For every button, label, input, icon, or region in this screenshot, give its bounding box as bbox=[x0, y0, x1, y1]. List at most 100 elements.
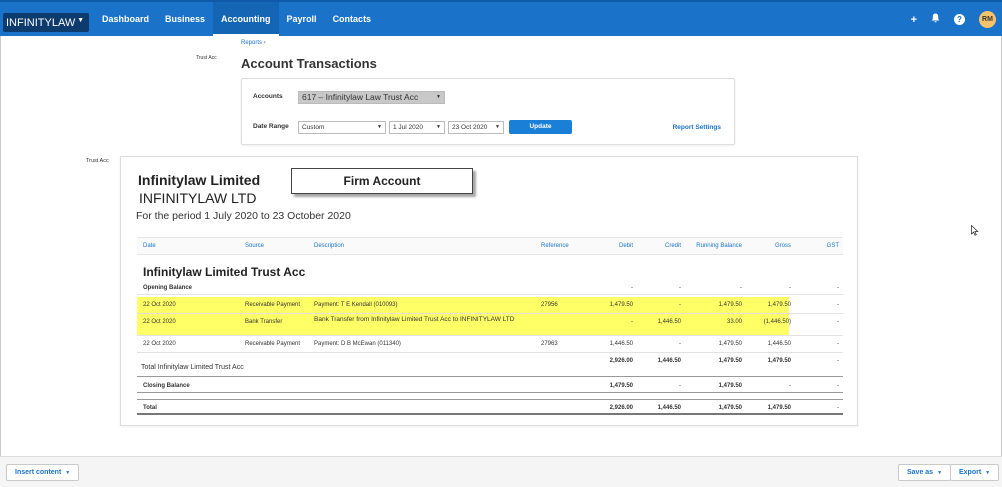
opening-debit: - bbox=[631, 285, 633, 291]
column-credit[interactable]: Credit bbox=[637, 243, 681, 249]
row-gst: - bbox=[837, 302, 839, 308]
column-gst[interactable]: GST bbox=[797, 243, 839, 249]
row-gst: - bbox=[837, 341, 839, 347]
total-credit: 1,446.50 bbox=[657, 405, 681, 411]
nav-business[interactable]: Business bbox=[157, 2, 213, 36]
plus-icon[interactable]: + bbox=[911, 14, 917, 26]
section-total-credit: 1,446.50 bbox=[657, 358, 681, 364]
insert-content-label: Insert content bbox=[15, 469, 62, 476]
accounts-select[interactable]: 617 – Infinitylaw Law Trust Acc ▼ bbox=[298, 91, 445, 104]
column-date[interactable]: Date bbox=[143, 243, 156, 249]
nav-payroll[interactable]: Payroll bbox=[279, 2, 325, 36]
firm-account-label: Firm Account bbox=[291, 168, 473, 194]
from-date-value: 1 Jul 2020 bbox=[393, 124, 423, 131]
nav-accounting[interactable]: Accounting bbox=[213, 2, 279, 36]
row-description[interactable]: Payment: D B McEwan (011340) bbox=[314, 341, 401, 347]
row-gross: 1,446.50 bbox=[767, 341, 791, 347]
section-total-row: Total Infinitylaw Limited Trust Acc 2,92… bbox=[137, 353, 843, 377]
row-description[interactable]: Bank Transfer from Infinitylaw Limited T… bbox=[314, 316, 536, 323]
report-filter-panel: Accounts 617 – Infinitylaw Law Trust Acc… bbox=[241, 78, 735, 145]
organisation-name: INFINITYLAW bbox=[6, 16, 76, 29]
save-as-label: Save as bbox=[907, 469, 934, 476]
nav-dashboard[interactable]: Dashboard bbox=[94, 2, 157, 36]
table-row[interactable]: 22 Oct 2020 Receivable Payment Payment: … bbox=[137, 297, 843, 314]
report-org-name-secondary: INFINITYLAW LTD bbox=[139, 190, 257, 206]
report-period: For the period 1 July 2020 to 23 October… bbox=[136, 210, 351, 222]
chevron-down-icon: ▼ bbox=[65, 470, 71, 476]
organisation-switcher[interactable]: INFINITYLAW ▼ bbox=[3, 13, 89, 32]
section-total-running: 1,479.50 bbox=[718, 358, 742, 364]
closing-label: Closing Balance bbox=[143, 383, 190, 389]
column-source[interactable]: Source bbox=[245, 243, 264, 249]
row-debit: 1,446.50 bbox=[609, 341, 633, 347]
left-border bbox=[0, 36, 1, 456]
row-date: 22 Oct 2020 bbox=[143, 302, 176, 308]
total-gst: - bbox=[837, 405, 839, 411]
column-debit[interactable]: Debit bbox=[587, 243, 633, 249]
closing-credit: - bbox=[679, 383, 681, 389]
top-navigation-bar: INFINITYLAW ▼ Dashboard Business Account… bbox=[0, 0, 1002, 36]
report-settings-link[interactable]: Report Settings bbox=[673, 124, 721, 131]
opening-running: - bbox=[740, 285, 742, 291]
save-as-button[interactable]: Save as ▼ bbox=[898, 464, 952, 481]
trust-acc-label: Trust Acc bbox=[196, 55, 217, 61]
row-gross: 1,479.50 bbox=[767, 302, 791, 308]
row-running: 1,479.50 bbox=[718, 341, 742, 347]
row-gross: (1,446.50) bbox=[763, 319, 791, 325]
grand-total-row: Total 2,926.00 1,446.50 1,479.50 1,479.5… bbox=[137, 399, 843, 415]
closing-balance-row: Closing Balance 1,479.50 - 1,479.50 - - bbox=[137, 378, 843, 393]
section-title: Infinitylaw Limited Trust Acc bbox=[143, 265, 306, 279]
date-range-select[interactable]: Custom ▼ bbox=[298, 121, 386, 134]
row-credit: - bbox=[679, 302, 681, 308]
column-description[interactable]: Description bbox=[314, 243, 344, 249]
section-total-gst: - bbox=[837, 358, 839, 364]
closing-gross: - bbox=[789, 383, 791, 389]
date-range-value: Custom bbox=[302, 124, 325, 131]
breadcrumb-reports[interactable]: Reports › bbox=[241, 40, 266, 46]
row-source: Receivable Payment bbox=[245, 341, 301, 347]
chevron-down-icon: ▼ bbox=[436, 124, 441, 130]
row-running: 33.00 bbox=[726, 319, 742, 325]
table-row[interactable]: 22 Oct 2020 Receivable Payment Payment: … bbox=[137, 336, 843, 353]
user-avatar[interactable]: RM bbox=[979, 11, 996, 28]
report-org-name: Infinitylaw Limited bbox=[138, 172, 261, 188]
opening-gross: - bbox=[789, 285, 791, 291]
row-source: Bank Transfer bbox=[245, 319, 283, 325]
row-date: 22 Oct 2020 bbox=[143, 319, 176, 325]
closing-debit: 1,479.50 bbox=[609, 383, 633, 389]
chevron-down-icon: ▼ bbox=[77, 17, 84, 24]
trust-acc-side-label: Trust Acc bbox=[86, 158, 109, 164]
row-credit: - bbox=[679, 341, 681, 347]
report-footer: Insert content ▼ Save as ▼ Export ▼ bbox=[0, 456, 1002, 487]
mouse-cursor-icon bbox=[971, 223, 979, 241]
opening-balance-row: Opening Balance - - - - - bbox=[137, 281, 843, 295]
section-total-debit: 2,926.00 bbox=[609, 358, 633, 364]
row-description[interactable]: Payment: T E Kendall (010093) bbox=[314, 302, 398, 308]
to-date-input[interactable]: 23 Oct 2020 ▼ bbox=[448, 121, 504, 134]
total-label: Total bbox=[143, 405, 157, 411]
help-icon[interactable]: ? bbox=[954, 14, 965, 25]
to-date-value: 23 Oct 2020 bbox=[452, 124, 488, 131]
row-date: 22 Oct 2020 bbox=[143, 341, 176, 347]
column-gross[interactable]: Gross bbox=[747, 243, 791, 249]
chevron-down-icon: ▼ bbox=[495, 124, 500, 130]
update-button[interactable]: Update bbox=[509, 120, 572, 134]
row-credit: 1,446.50 bbox=[657, 319, 681, 325]
date-range-label: Date Range bbox=[253, 123, 289, 130]
total-running: 1,479.50 bbox=[718, 405, 742, 411]
table-row[interactable]: 22 Oct 2020 Bank Transfer Bank Transfer … bbox=[137, 314, 843, 336]
chevron-down-icon: ▼ bbox=[377, 124, 382, 130]
closing-gst: - bbox=[837, 383, 839, 389]
nav-contacts[interactable]: Contacts bbox=[325, 2, 380, 36]
column-running-balance[interactable]: Running Balance bbox=[682, 243, 742, 249]
report-card: Infinitylaw Limited INFINITYLAW LTD For … bbox=[120, 156, 858, 426]
from-date-input[interactable]: 1 Jul 2020 ▼ bbox=[389, 121, 445, 134]
export-button[interactable]: Export ▼ bbox=[950, 464, 1000, 481]
bell-icon[interactable] bbox=[931, 13, 940, 26]
opening-gst: - bbox=[837, 285, 839, 291]
insert-content-button[interactable]: Insert content ▼ bbox=[6, 464, 80, 481]
column-reference[interactable]: Reference bbox=[541, 243, 569, 249]
total-gross: 1,479.50 bbox=[767, 405, 791, 411]
chevron-down-icon: ▼ bbox=[985, 470, 991, 476]
row-debit: - bbox=[631, 319, 633, 325]
